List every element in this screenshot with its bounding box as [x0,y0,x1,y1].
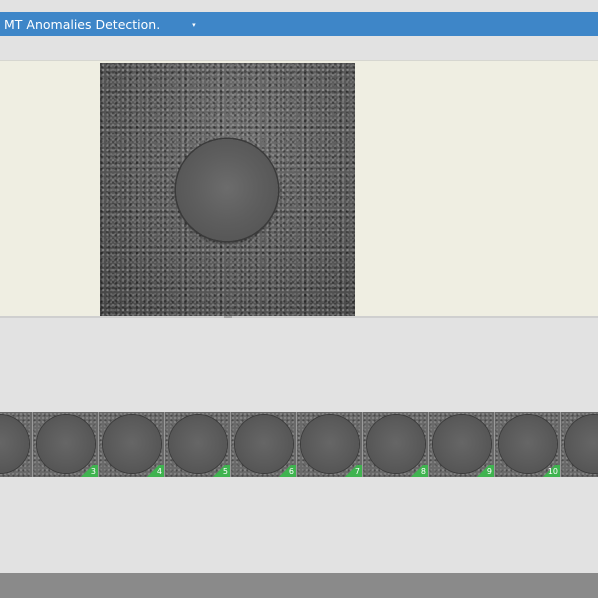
main-image [100,63,355,316]
thumbnail-item[interactable]: 8 [363,412,429,477]
thumbnail-item[interactable]: 11 [561,412,598,477]
title-bar: MT Anomalies Detection. ▾ [0,12,598,36]
thumbnail-number: 3 [90,467,96,476]
thumbnail-item[interactable]: 10 [495,412,561,477]
thumbnail-item[interactable] [0,412,33,477]
thumbnail-item[interactable]: 5 [165,412,231,477]
toolbar [0,36,598,60]
status-bar [0,573,598,598]
thumbnail-number: 6 [288,467,294,476]
splitter-handle[interactable] [224,316,232,318]
image-viewer [0,60,598,318]
caret-down-icon[interactable]: ▾ [192,21,196,29]
thumbnail-number: 7 [354,467,360,476]
thumbnail-number: 4 [156,467,162,476]
thumbnail-number: 10 [547,467,558,476]
thumbnail-item[interactable]: 4 [99,412,165,477]
thumbnail-item[interactable]: 6 [231,412,297,477]
thumbnail-item[interactable]: 3 [33,412,99,477]
thumbnail-number: 9 [486,467,492,476]
thumbnail-item[interactable]: 9 [429,412,495,477]
thumbnail-disc [0,415,29,473]
thumbnail-strip[interactable]: 3 4 5 6 7 8 9 1011 [0,412,598,477]
thumbnail-item[interactable]: 7 [297,412,363,477]
window-title: MT Anomalies Detection. [4,16,161,32]
disc-part [176,139,278,241]
thumbnail-disc [565,415,598,473]
thumbnail-number: 5 [222,467,228,476]
thumbnail-number: 8 [420,467,426,476]
